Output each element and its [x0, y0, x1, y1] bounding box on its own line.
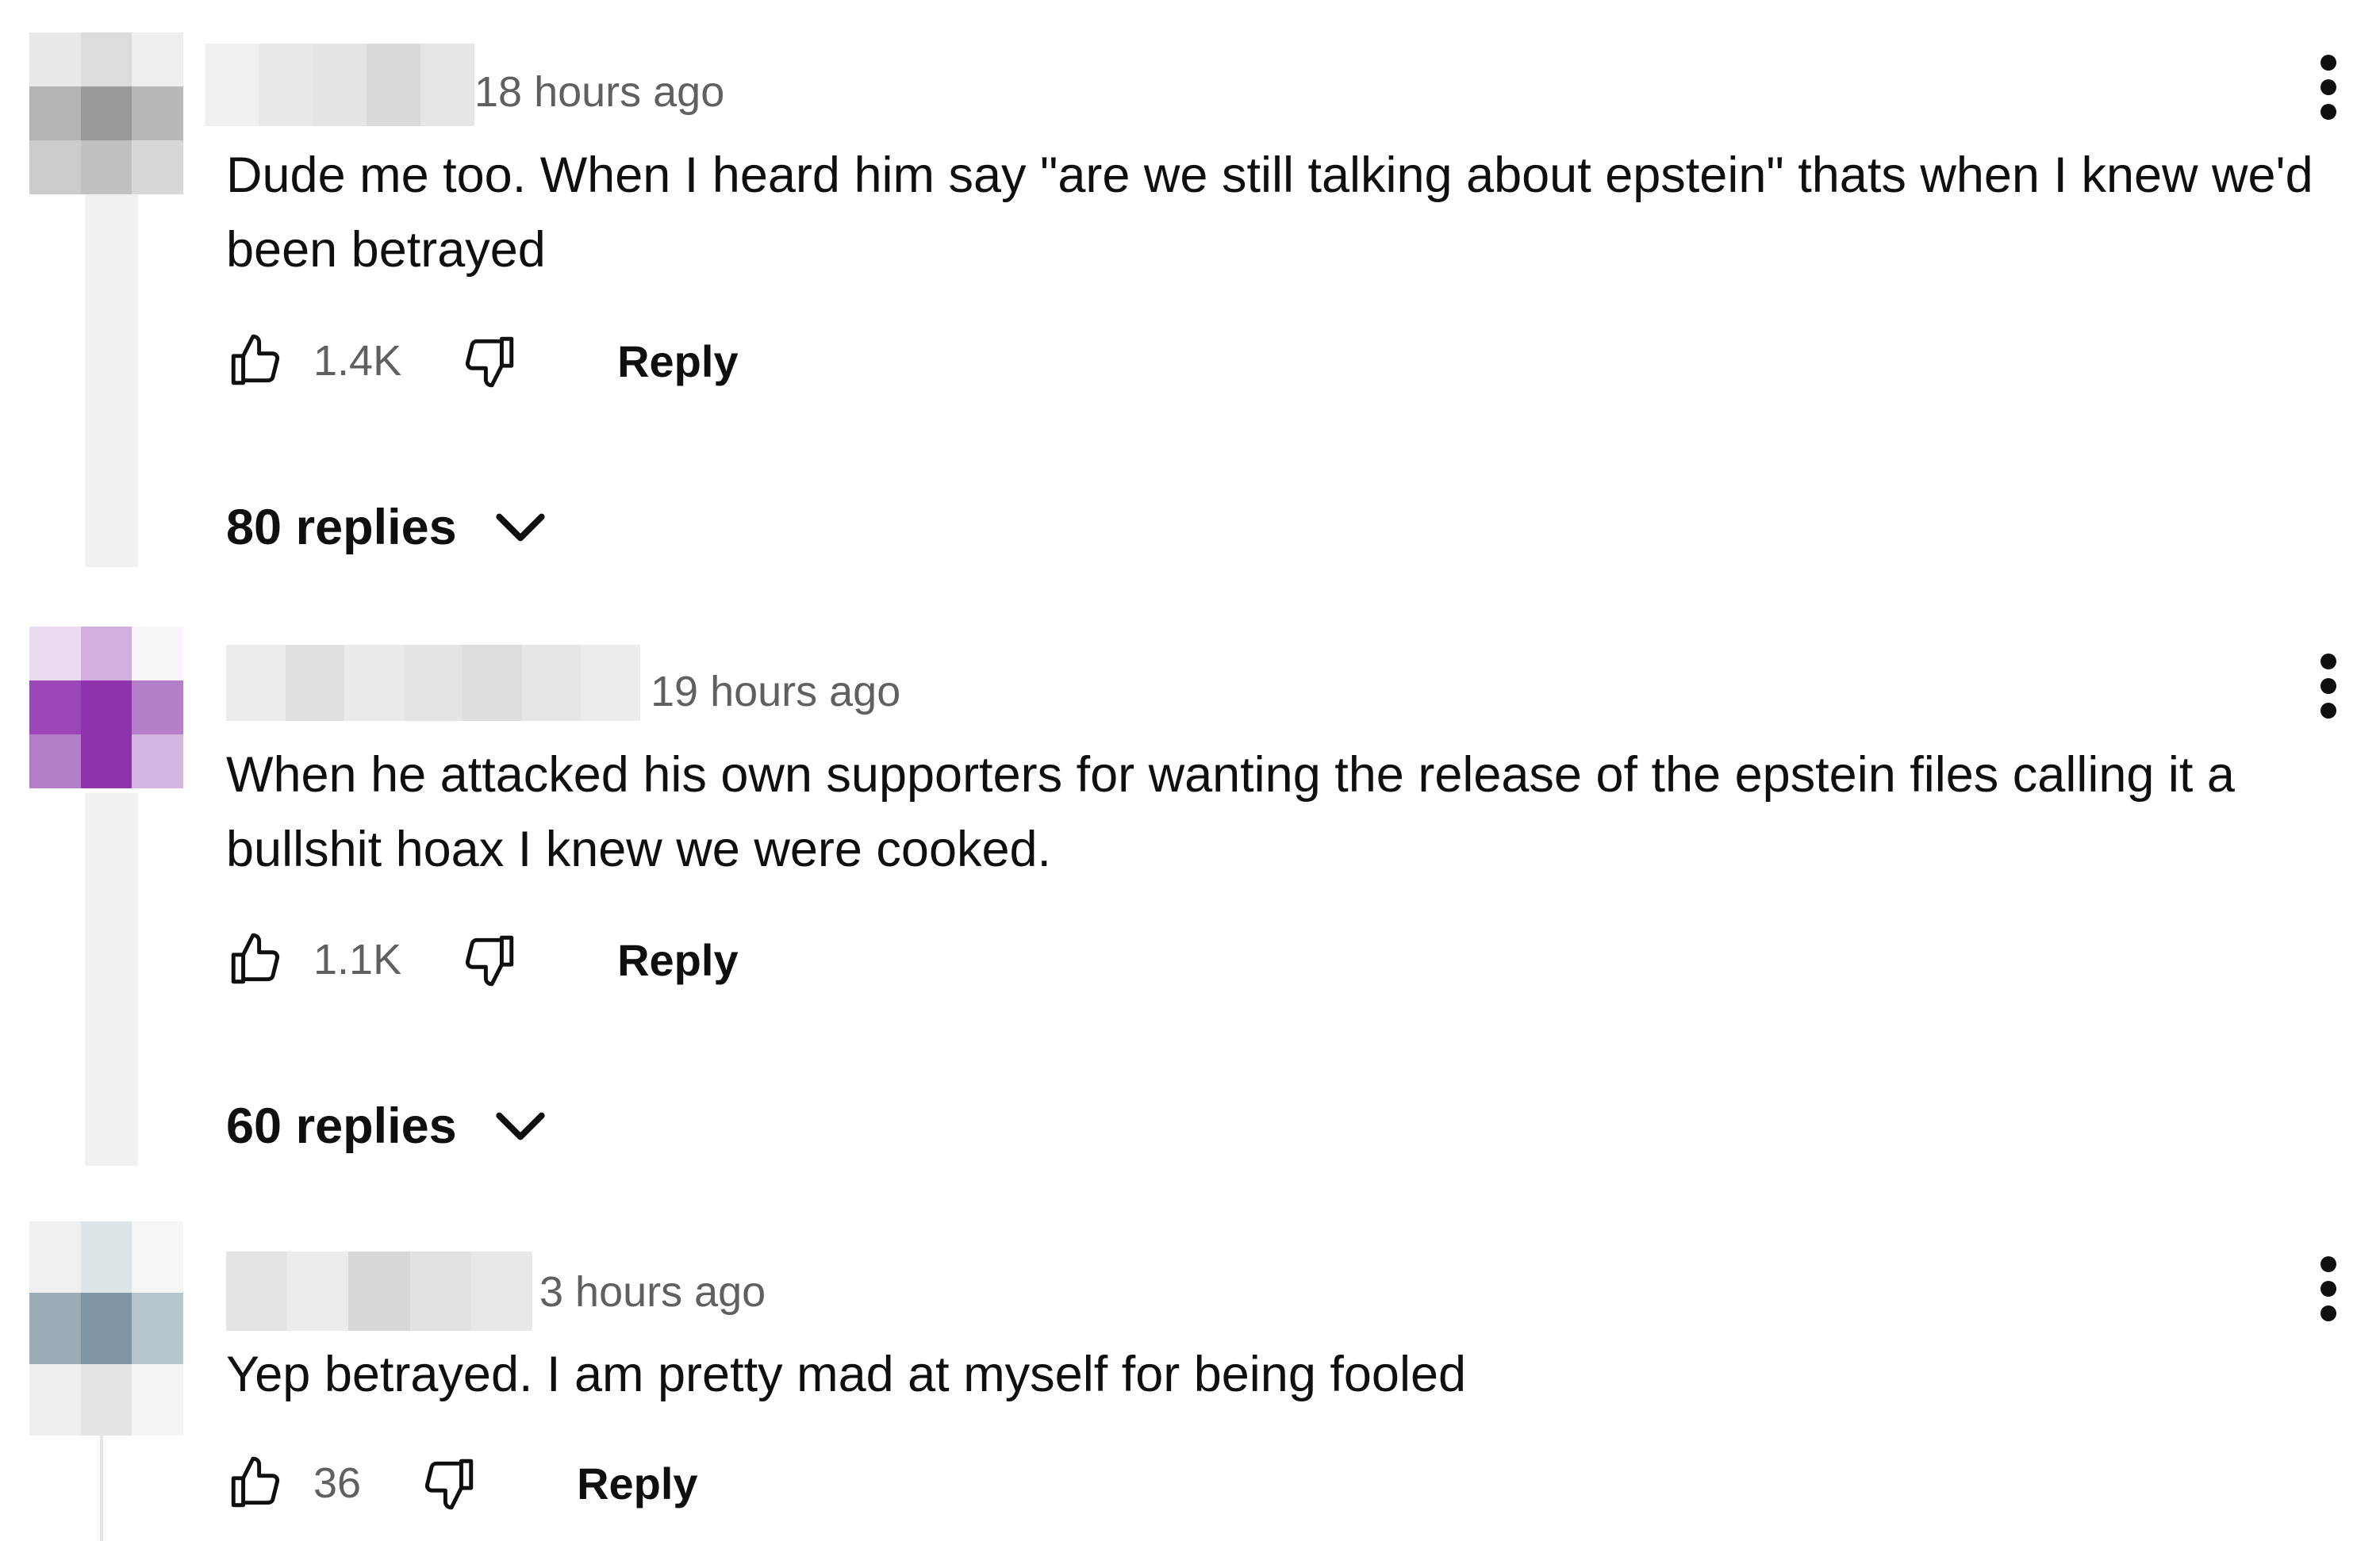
view-replies-button[interactable]: 60 replies: [226, 1094, 552, 1158]
thumbs-down-icon: [425, 1459, 474, 1510]
comment-timestamp[interactable]: 19 hours ago: [651, 670, 900, 713]
more-vertical-icon: [2320, 55, 2336, 120]
dislike-button[interactable]: [420, 1454, 478, 1512]
avatar[interactable]: [29, 1221, 183, 1436]
reply-button[interactable]: Reply: [617, 335, 739, 387]
chevron-down-icon: [496, 1112, 545, 1140]
comment-timestamp[interactable]: 3 hours ago: [539, 1271, 766, 1313]
replies-count-label: 80 replies: [226, 500, 457, 555]
dislike-button[interactable]: [460, 332, 519, 390]
reply-button[interactable]: Reply: [577, 1458, 698, 1509]
comment-actions: 1.1K Reply: [226, 924, 739, 995]
chevron-down-icon: [496, 513, 545, 542]
thumbs-down-icon: [466, 935, 514, 987]
view-replies-button[interactable]: 80 replies: [226, 496, 552, 559]
comment-text: Yep betrayed. I am pretty mad at myself …: [226, 1347, 1467, 1402]
like-count: 36: [313, 1459, 362, 1507]
comment-actions: 1.4K Reply: [226, 325, 739, 397]
avatar[interactable]: [29, 33, 183, 194]
thread-line: [100, 1428, 103, 1541]
username-redacted[interactable]: [226, 1252, 533, 1331]
comment-menu-button[interactable]: [2301, 650, 2356, 722]
thumbs-up-icon: [231, 1456, 280, 1508]
thumbs-up-icon: [231, 334, 280, 385]
username-redacted[interactable]: [205, 44, 474, 126]
comment-actions: 36 Reply: [226, 1447, 698, 1519]
like-count: 1.4K: [313, 337, 402, 385]
like-button[interactable]: [226, 930, 285, 989]
replies-count-label: 60 replies: [226, 1098, 457, 1154]
more-vertical-icon: [2320, 654, 2336, 719]
like-button[interactable]: [226, 332, 285, 390]
like-button[interactable]: [226, 1454, 285, 1512]
comment-menu-button[interactable]: [2301, 52, 2356, 123]
thread-line: [85, 793, 138, 1166]
dislike-button[interactable]: [460, 930, 519, 989]
more-vertical-icon: [2320, 1256, 2336, 1321]
comment-text: Dude me too. When I heard him say "are w…: [226, 148, 2313, 278]
username-redacted[interactable]: [226, 645, 641, 721]
comment-timestamp[interactable]: 18 hours ago: [474, 71, 724, 113]
thumbs-down-icon: [466, 336, 514, 388]
reply-button[interactable]: Reply: [617, 934, 739, 986]
avatar[interactable]: [29, 627, 183, 788]
thread-line: [85, 194, 138, 567]
comment-menu-button[interactable]: [2301, 1253, 2356, 1324]
like-count: 1.1K: [313, 936, 402, 983]
comment-text: When he attacked his own supporters for …: [226, 747, 2235, 877]
thumbs-up-icon: [231, 933, 280, 984]
